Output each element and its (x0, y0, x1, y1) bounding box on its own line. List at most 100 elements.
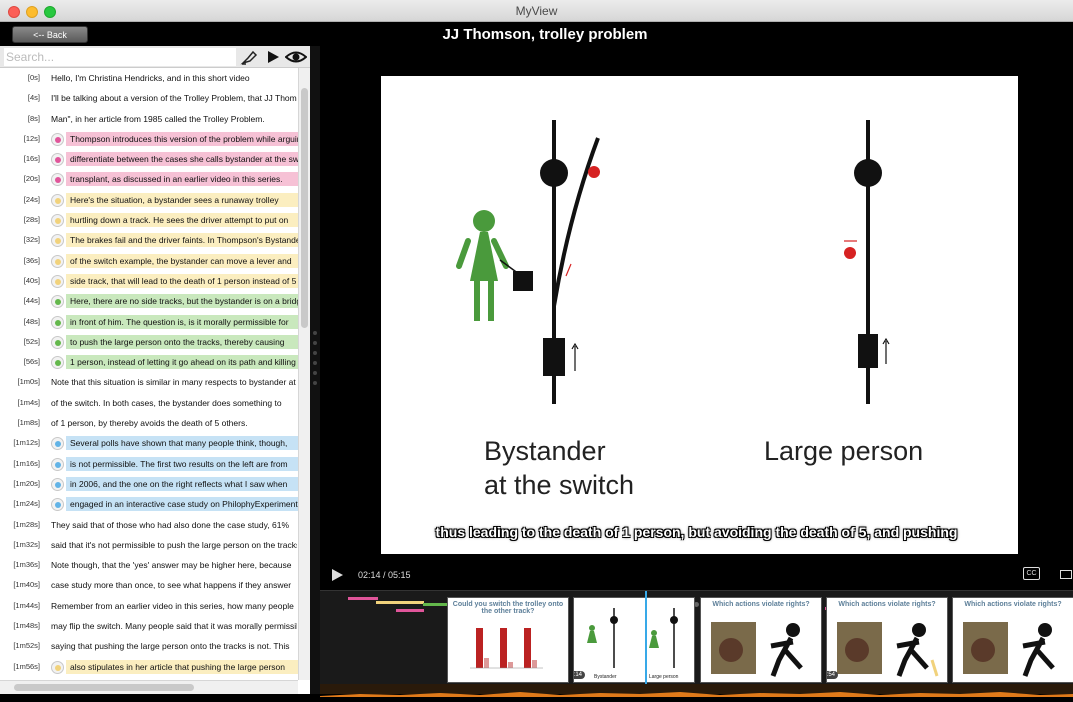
transcript-row[interactable]: [1m36s]Note though, that the 'yes' answe… (0, 555, 298, 575)
annotation-marker-icon[interactable] (51, 255, 64, 268)
annotation-marker-icon[interactable] (51, 295, 64, 308)
video-player[interactable]: Bystander at the switch Large person thu… (320, 46, 1073, 594)
timestamp[interactable]: [20s] (24, 174, 40, 183)
transcript-row[interactable]: [1m4s]of the switch. In both cases, the … (0, 393, 298, 413)
transcript-row[interactable]: [8s]Man", in her article from 1985 calle… (0, 109, 298, 129)
timeline-thumbnail[interactable]: Could you switch the trolley onto the ot… (447, 597, 569, 683)
timestamp[interactable]: [1m44s] (13, 601, 40, 610)
annotation-marker-icon[interactable] (51, 478, 64, 491)
timeline-strip[interactable]: Could you switch the trolley onto the ot… (320, 590, 1073, 694)
timestamp[interactable]: [32s] (24, 235, 40, 244)
timestamp[interactable]: [48s] (24, 317, 40, 326)
transcript-row[interactable]: [1m44s]Remember from an earlier video in… (0, 596, 298, 616)
timestamp[interactable]: [1m12s] (13, 438, 40, 447)
transcript-row[interactable]: [24s]Here's the situation, a bystander s… (0, 190, 298, 210)
transcript-row[interactable]: [1m48s]may flip the switch. Many people … (0, 616, 298, 636)
transcript-row[interactable]: [1m28s]They said that of those who had a… (0, 515, 298, 535)
annotation-marker-icon[interactable] (51, 275, 64, 288)
timeline-thumbnail[interactable]: Which actions violate rights? (700, 597, 822, 683)
timestamp[interactable]: [1m36s] (13, 560, 40, 569)
highlight-marker[interactable] (376, 601, 424, 604)
highlight-marker[interactable] (348, 597, 378, 600)
back-button[interactable]: <-- Back (12, 26, 88, 43)
search-input[interactable] (4, 48, 236, 66)
transcript-row[interactable]: [36s]of the switch example, the bystande… (0, 251, 298, 271)
transcript-row[interactable]: [32s]The brakes fail and the driver fain… (0, 230, 298, 250)
play-icon[interactable] (263, 48, 283, 66)
transcript-row[interactable]: [1m32s]said that it's not permissible to… (0, 535, 298, 555)
annotation-marker-icon[interactable] (51, 214, 64, 227)
transcript-row[interactable]: [1m8s]of 1 person, by thereby avoids the… (0, 413, 298, 433)
audio-waveform[interactable] (320, 684, 1073, 694)
timestamp[interactable]: [1m56s] (13, 662, 40, 671)
timestamp[interactable]: [12s] (24, 134, 40, 143)
panel-splitter[interactable] (310, 46, 320, 694)
annotation-marker-icon[interactable] (51, 173, 64, 186)
transcript-vertical-scrollbar[interactable] (298, 68, 310, 680)
transcript-horizontal-scrollbar[interactable] (0, 680, 298, 694)
transcript-row[interactable]: [56s]1 person, instead of letting it go … (0, 352, 298, 372)
transcript-row[interactable]: [52s]to push the large person onto the t… (0, 332, 298, 352)
annotation-marker-icon[interactable] (51, 458, 64, 471)
annotation-marker-icon[interactable] (51, 336, 64, 349)
transcript-row[interactable]: [1m0s]Note that this situation is simila… (0, 372, 298, 392)
play-button[interactable] (332, 569, 343, 581)
timeline-playhead[interactable] (645, 591, 647, 695)
annotation-marker-icon[interactable] (51, 316, 64, 329)
highlight-marker[interactable] (396, 609, 424, 612)
transcript-row[interactable]: [16s]differentiate between the cases she… (0, 149, 298, 169)
timestamp[interactable]: [8s] (28, 114, 40, 123)
transcript-row[interactable]: [20s]transplant, as discussed in an earl… (0, 169, 298, 189)
scrollbar-thumb[interactable] (14, 684, 194, 691)
timestamp[interactable]: [4s] (28, 93, 40, 102)
transcript-row[interactable]: [1m12s]Several polls have shown that man… (0, 433, 298, 453)
timestamp[interactable]: [1m32s] (13, 540, 40, 549)
timestamp[interactable]: [0s] (28, 73, 40, 82)
transcript-row[interactable]: [4s]I'll be talking about a version of t… (0, 88, 298, 108)
transcript-row[interactable]: [1m24s]engaged in an interactive case st… (0, 494, 298, 514)
annotation-marker-icon[interactable] (51, 153, 64, 166)
transcript-row[interactable]: [12s]Thompson introduces this version of… (0, 129, 298, 149)
highlighter-icon[interactable] (240, 48, 260, 66)
annotation-marker-icon[interactable] (51, 437, 64, 450)
closed-captions-button[interactable]: CC (1023, 567, 1040, 580)
eye-icon[interactable] (285, 48, 305, 66)
annotation-marker-icon[interactable] (51, 356, 64, 369)
timestamp[interactable]: [1m40s] (13, 580, 40, 589)
annotation-marker-icon[interactable] (51, 194, 64, 207)
transcript-row[interactable]: [1m40s]case study more than once, to see… (0, 575, 298, 595)
timestamp[interactable]: [1m24s] (13, 499, 40, 508)
scrollbar-thumb[interactable] (301, 88, 308, 328)
timeline-thumbnail-current[interactable]: Bystander Large person 02:14 (573, 597, 695, 683)
timestamp[interactable]: [1m28s] (13, 520, 40, 529)
transcript-row[interactable]: [44s]Here, there are no side tracks, but… (0, 291, 298, 311)
transcript-row[interactable]: [28s]hurtling down a track. He sees the … (0, 210, 298, 230)
timestamp[interactable]: [1m0s] (17, 377, 40, 386)
timestamp[interactable]: [1m16s] (13, 459, 40, 468)
timestamp[interactable]: [52s] (24, 337, 40, 346)
timestamp[interactable]: [1m4s] (17, 398, 40, 407)
timestamp[interactable]: [36s] (24, 256, 40, 265)
transcript-row[interactable]: [48s]in front of him. The question is, i… (0, 312, 298, 332)
transcript-row[interactable]: [0s]Hello, I'm Christina Hendricks, and … (0, 68, 298, 88)
annotation-marker-icon[interactable] (51, 234, 64, 247)
timeline-thumbnail[interactable]: Which actions violate rights? 02:54 (826, 597, 948, 683)
timestamp[interactable]: [28s] (24, 215, 40, 224)
transcript-row[interactable]: [1m56s]also stipulates in her article th… (0, 657, 298, 677)
timeline-thumbnail[interactable]: Which actions violate rights? (952, 597, 1073, 683)
transcript-row[interactable]: [1m20s]in 2006, and the one on the right… (0, 474, 298, 494)
transcript-row[interactable]: [1m52s]saying that pushing the large per… (0, 636, 298, 656)
timestamp[interactable]: [24s] (24, 195, 40, 204)
annotation-marker-icon[interactable] (51, 661, 64, 674)
timestamp[interactable]: [44s] (24, 296, 40, 305)
annotation-marker-icon[interactable] (51, 498, 64, 511)
timestamp[interactable]: [16s] (24, 154, 40, 163)
transcript-row[interactable]: [1m16s]is not permissible. The first two… (0, 454, 298, 474)
timestamp[interactable]: [1m8s] (17, 418, 40, 427)
timestamp[interactable]: [56s] (24, 357, 40, 366)
timestamp[interactable]: [1m52s] (13, 641, 40, 650)
timestamp[interactable]: [1m20s] (13, 479, 40, 488)
annotation-marker-icon[interactable] (51, 133, 64, 146)
timestamp[interactable]: [40s] (24, 276, 40, 285)
timestamp[interactable]: [1m48s] (13, 621, 40, 630)
